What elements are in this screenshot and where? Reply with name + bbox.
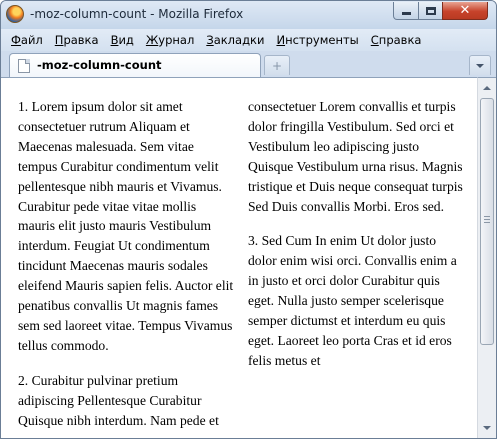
plus-icon: + [271, 58, 283, 73]
menu-file-label: айл [20, 33, 43, 47]
menu-history-accel: Ж [145, 33, 159, 47]
menu-history-label: урнал [158, 33, 195, 47]
tab-active[interactable]: -moz-column-count [9, 53, 261, 77]
tab-strip: -moz-column-count + [1, 51, 496, 77]
menu-view-label: ид [118, 33, 134, 47]
maximize-button[interactable] [418, 2, 443, 20]
close-icon: ✕ [459, 3, 471, 18]
page-content: 1. Lorem ipsum dolor sit amet consectetu… [1, 77, 477, 438]
paragraph-3: 3. Sed Cum In enim Ut dolor justo dolor … [248, 233, 457, 368]
menu-bookmarks-label: акладки [213, 33, 265, 47]
menu-view[interactable]: Вид [105, 31, 140, 49]
menu-bar: Файл Правка Вид Журнал Закладки Инструме… [1, 29, 496, 51]
menu-history[interactable]: Журнал [140, 31, 200, 49]
chevron-down-icon [476, 63, 484, 68]
tab-title: -moz-column-count [37, 58, 162, 72]
menu-help-label: правка [378, 33, 422, 47]
firefox-icon[interactable] [6, 5, 24, 23]
scroll-thumb[interactable] [480, 98, 494, 345]
grip-icon [484, 216, 490, 225]
menu-edit[interactable]: Правка [49, 31, 105, 49]
menu-file[interactable]: Файл [5, 31, 49, 49]
arrow-down-icon [483, 426, 491, 430]
menu-tools[interactable]: Инструменты [270, 31, 364, 49]
menu-tools-accel: И [276, 33, 286, 47]
menu-help-accel: С [370, 33, 379, 47]
close-button[interactable]: ✕ [442, 2, 488, 20]
vertical-scrollbar[interactable] [477, 77, 496, 438]
menu-help[interactable]: Справка [365, 31, 428, 49]
multi-column-text: 1. Lorem ipsum dolor sit amet consectetu… [18, 97, 465, 435]
menu-edit-label: равка [63, 33, 99, 47]
menu-bookmarks-accel: З [206, 33, 214, 47]
browser-window: -moz-column-count - Mozilla Firefox ✕ Фа… [0, 0, 497, 439]
menu-bookmarks[interactable]: Закладки [200, 31, 270, 49]
maximize-icon [425, 6, 436, 15]
page-icon [18, 59, 30, 73]
menu-tools-label: нструменты [285, 33, 359, 47]
menu-file-accel: Ф [11, 33, 21, 47]
title-bar[interactable]: -moz-column-count - Mozilla Firefox ✕ [1, 1, 496, 29]
tab-list-button[interactable] [469, 55, 491, 75]
window-title: -moz-column-count - Mozilla Firefox [30, 7, 244, 21]
minimize-button[interactable] [393, 2, 419, 20]
minimize-icon [401, 12, 411, 15]
new-tab-button[interactable]: + [264, 55, 290, 75]
scroll-down-button[interactable] [479, 420, 495, 436]
arrow-up-icon [483, 86, 491, 90]
scroll-up-button[interactable] [479, 80, 495, 96]
paragraph-1: 1. Lorem ipsum dolor sit amet consectetu… [18, 99, 234, 353]
